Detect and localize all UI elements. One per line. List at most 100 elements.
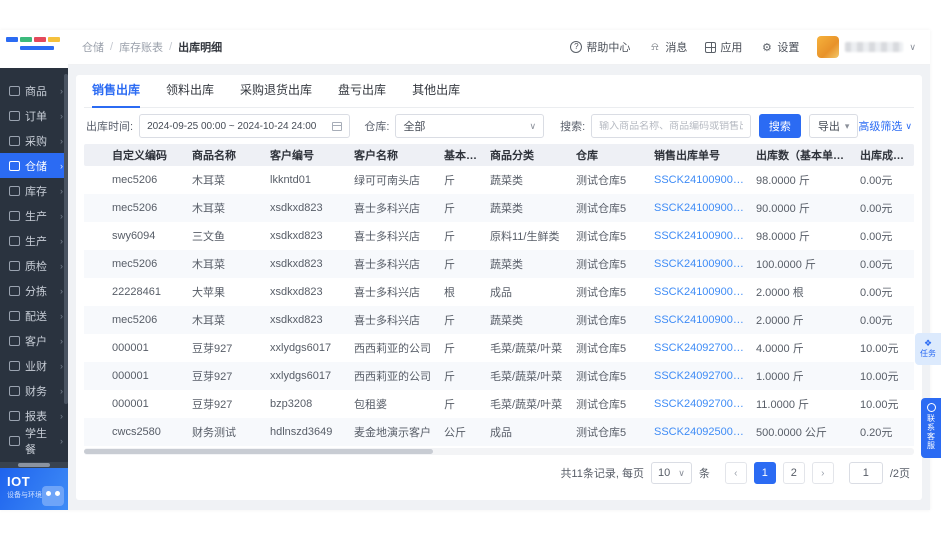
breadcrumb-item[interactable]: 仓储 [82,39,104,55]
cell-customer_code: xsdkxd823 [270,314,323,326]
page-jump-input[interactable]: 1 [848,462,883,484]
logo-bar-yellow [48,37,60,42]
scrollbar-thumb[interactable] [18,463,50,467]
topbar-action-help[interactable]: ? 帮助中心 [570,39,630,55]
cell-code: 000001 [112,342,149,354]
cell-order_no[interactable]: SSCK24092700004 [650,342,752,354]
cell-order_no[interactable]: SSCK24092700011 [650,398,752,410]
scrollbar-thumb[interactable] [84,449,433,454]
sidebar-item-goods[interactable]: 商品 › [0,78,68,103]
page-size-select[interactable]: 10 ∨ [650,462,692,484]
topbar-action-apps[interactable]: 应用 [705,39,742,55]
sidebar-item-delivery[interactable]: 配送 › [0,303,68,328]
cell-qty: 98.0000 斤 [756,231,810,243]
table-row: mec5206 木耳菜 lkkntd01 绿可可南头店 斤 蔬菜类 测试仓库5 SSCK241… [84,166,914,194]
calendar-icon [332,121,343,131]
search-input-box [591,114,751,138]
cell-order_no[interactable]: SSCK24100900015 [650,286,752,298]
outbound-table: 自定义编码 商品名称 客户编号 客户名称 基本单位 商品分类 仓库 销售出库单号 出库数（基本单… [84,144,914,455]
sidebar: 商品 › 订单 › 采购 › 仓储 › 库存 › 生产 › 生产 › 质检 › 分拣 › 配送 › 客户 › 业财 › 财务 › 报… [0,30,68,510]
table-row: 22228461 大苹果 xsdkxd823 喜士多科兴店 根 成品 测试仓库5 SSCK24… [84,278,914,306]
outbound-detail-card: 销售出库 领料出库 采购退货出库 盘亏出库 其他出库 出库时间: 2024-09-25 … [76,75,922,500]
cell-cost: 10.00元 [860,371,899,383]
sidebar-item-biz-finance[interactable]: 业财 › [0,353,68,378]
sidebar-item-quality[interactable]: 质检 › [0,253,68,278]
cell-cost: 0.00元 [860,203,893,215]
sidebar-item-customer[interactable]: 客户 › [0,328,68,353]
sidebar-item-label: 业财 [25,360,47,373]
cell-order_no[interactable]: SSCK24092700004 [650,370,752,382]
cell-customer_code: xsdkxd823 [270,230,323,242]
sidebar-item-label: 生产 [25,235,47,248]
cell-order_no[interactable]: SSCK24100900020 [650,202,752,214]
cell-order_no[interactable]: SSCK24100900017 [650,230,752,242]
sidebar-item-student-meal[interactable]: 学生餐 › [0,428,68,456]
cell-unit: 根 [444,287,455,299]
contact-service-button[interactable]: 联系客服 [921,398,941,458]
tab-销售出库[interactable]: 销售出库 [92,81,141,108]
sidebar-item-order[interactable]: 订单 › [0,103,68,128]
sidebar-item-finance[interactable]: 财务 › [0,378,68,403]
page-number-2[interactable]: 2 [782,462,805,484]
chevron-down-icon: ∨ [529,120,537,131]
page-number-1[interactable]: 1 [753,462,776,484]
tab-盘亏出库[interactable]: 盘亏出库 [338,81,386,107]
sidebar-item-production[interactable]: 生产 › [0,203,68,228]
cell-order_no[interactable]: SSCK24100900021 [650,174,752,186]
export-button[interactable]: 导出 ▾ [808,114,859,138]
task-float-button[interactable]: ❖ 任务 [915,333,941,365]
column-header: 出库成本价 [860,150,914,162]
cell-order_no[interactable]: SSCK24100900017 [650,258,752,270]
search-input[interactable] [599,120,743,132]
table-body: mec5206 木耳菜 lkkntd01 绿可可南头店斤蔬菜类 测试仓库5 SSCK241… [84,166,914,446]
topbar-action-bell[interactable]: ⍾ 消息 [648,39,687,55]
tab-其他出库[interactable]: 其他出库 [412,81,460,107]
warehouse-select[interactable]: 全部 ∨ [395,114,545,138]
cell-cost: 0.00元 [860,175,893,187]
search-button[interactable]: 搜索 [758,114,801,138]
chevron-right-icon: › [60,235,63,246]
sidebar-item-label: 财务 [25,385,47,398]
cell-warehouse: 测试仓库5 [576,399,627,411]
tab-领料出库[interactable]: 领料出库 [166,81,214,107]
cell-order_no[interactable]: SSCK24092500004 [650,426,752,438]
table-horizontal-scrollbar[interactable] [84,448,914,455]
logo-underline [20,46,54,50]
cell-cost: 10.00元 [860,399,899,411]
sidebar-item-production2[interactable]: 生产 › [0,228,68,253]
cell-category: 毛菜/蔬菜/叶菜 [490,399,563,411]
iot-module[interactable]: IOT 设备与环境 [0,468,68,510]
sidebar-item-inventory[interactable]: 库存 › [0,178,68,203]
sidebar-item-purchase[interactable]: 采购 › [0,128,68,153]
cell-qty: 2.0000 根 [756,287,804,299]
topbar-action-label: 应用 [720,42,743,54]
date-range-input[interactable]: 2024-09-25 00:00 ~ 2024-10-24 24:00 [139,114,351,138]
time-filter-label: 出库时间: [86,121,134,133]
chevron-right-icon: › [60,160,63,171]
cell-code: swy6094 [112,230,156,242]
topbar-action-label: 消息 [665,42,688,54]
chevron-right-icon: › [60,410,63,421]
cell-customer_code: xsdkxd823 [270,258,323,270]
column-header: 客户名称 [354,150,398,162]
chevron-down-icon: ∨ [678,467,685,478]
prev-page-button[interactable]: ‹ [724,462,747,484]
advanced-filter-toggle[interactable]: 高级筛选 ∨ [858,118,912,134]
avatar[interactable] [817,36,840,58]
sidebar-item-sorting[interactable]: 分拣 › [0,278,68,303]
order-icon [9,110,20,121]
robot-icon [42,486,64,506]
breadcrumb-item[interactable]: 库存账表 [119,39,163,55]
tab-采购退货出库[interactable]: 采购退货出库 [240,81,312,107]
topbar-action-gear[interactable]: ⚙ 设置 [760,39,799,55]
sidebar-menu: 商品 › 订单 › 采购 › 仓储 › 库存 › 生产 › 生产 › 质检 › 分拣 › 配送 › 客户 › 业财 › 财务 › 报… [0,68,68,456]
next-page-button[interactable]: › [811,462,834,484]
cell-qty: 4.0000 斤 [756,343,804,355]
pagination: 共11条记录, 每页 10 ∨ 条 ‹ 12 › 1 /2页 [84,455,914,491]
sidebar-item-warehouse[interactable]: 仓储 › [0,153,68,178]
chevron-right-icon: › [60,185,63,196]
cell-order_no[interactable]: SSCK24100900015 [650,314,752,326]
cell-customer_code: xxlydgs6017 [270,342,332,354]
production-icon [9,210,20,221]
user-menu[interactable]: ∨ [817,36,916,58]
